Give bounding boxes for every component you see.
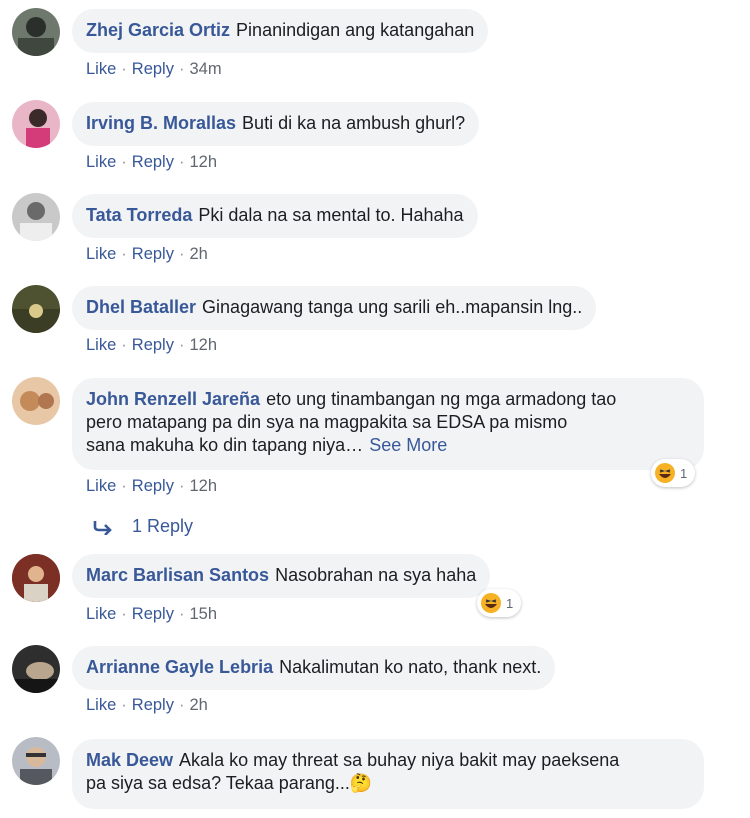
comment-actions: Like · Reply · 12h [86,336,217,355]
avatar[interactable] [12,8,60,56]
separator: · [178,605,185,623]
comment-line: sana makuha ko din tapang niya… See More [86,434,690,457]
comment-time[interactable]: 2h [189,696,207,714]
comment-author[interactable]: Dhel Bataller [86,297,196,317]
reaction-count: 1 [506,595,514,611]
like-link[interactable]: Like [86,245,116,263]
comment-text: eto ung tinambangan ng mga armadong tao [266,389,617,409]
reply-link[interactable]: Reply [132,605,174,623]
comment-bubble: Dhel Bataller Ginagawang tanga ung sarili… [72,286,597,330]
comment-actions: Like · Reply · 12h [86,477,217,496]
separator: · [121,336,127,354]
avatar-image [20,391,54,411]
reply-link[interactable]: Reply [132,245,174,263]
replies-count[interactable]: 1 Reply [132,516,193,537]
comment-text: Nakalimutan ko nato, thank next. [279,657,542,677]
separator: · [178,477,185,495]
comment-text: pa siya sa edsa? Tekaa parang...🤔 [86,773,373,793]
comment-author[interactable]: John Renzell Jareña [86,389,260,409]
separator: · [121,605,127,623]
comment-line: John Renzell Jareña eto ung tinambangan n… [86,388,690,411]
comment-bubble: Zhej Garcia Ortiz Pinanindigan ang katang… [72,9,489,53]
comment-bubble: Arrianne Gayle Lebria Nakalimutan ko nato… [72,646,556,690]
avatar-image [26,109,50,148]
reaction-badge[interactable]: 1 [651,459,696,487]
comment-text: Akala ko may threat sa buhay niya bakit … [179,750,620,770]
comment-time[interactable]: 12h [189,477,217,495]
see-more-link[interactable]: See More [369,435,447,455]
comment-text: Nasobrahan na sya haha [275,565,477,585]
comment-bubble: John Renzell Jareña eto ung tinambangan n… [72,378,704,470]
comment-actions: Like · Reply · 12h [86,153,217,172]
comment-author[interactable]: Marc Barlisan Santos [86,565,269,585]
avatar[interactable] [12,645,60,693]
avatar-image [20,747,52,785]
reply-link[interactable]: Reply [132,477,174,495]
comment-author[interactable]: Mak Deew [86,750,173,770]
comment-time[interactable]: 12h [189,153,217,171]
separator: · [178,696,185,714]
avatar[interactable] [12,737,60,785]
comment-text: pero matapang pa din sya na magpakita sa… [86,412,568,432]
comment-text: Pinanindigan ang katangahan [236,20,475,40]
comment-time[interactable]: 15h [189,605,217,623]
avatar[interactable] [12,285,60,333]
separator: · [121,60,127,78]
avatar-image [12,554,60,602]
avatar-image [12,304,60,333]
separator: · [121,477,127,495]
comment-bubble: Mak Deew Akala ko may threat sa buhay niy… [72,739,704,809]
separator: · [178,153,185,171]
comment-author[interactable]: Zhej Garcia Ortiz [86,20,230,40]
separator: · [121,696,127,714]
comment-author[interactable]: Irving B. Morallas [86,113,236,133]
reply-link[interactable]: Reply [132,336,174,354]
like-link[interactable]: Like [86,336,116,354]
comment-bubble: Tata Torreda Pki dala na sa mental to. Ha… [72,194,478,238]
avatar[interactable] [12,554,60,602]
like-link[interactable]: Like [86,60,116,78]
comment-actions: Like · Reply · 2h [86,696,208,715]
like-link[interactable]: Like [86,605,116,623]
comment-author[interactable]: Tata Torreda [86,205,192,225]
comment-text: Ginagawang tanga ung sarili eh..mapansin… [202,297,583,317]
comment-text: Pki dala na sa mental to. Hahaha [198,205,464,225]
like-link[interactable]: Like [86,696,116,714]
separator: · [178,60,185,78]
comment-text: sana makuha ko din tapang niya… [86,435,364,455]
comment-actions: Like · Reply · 15h [86,605,217,624]
comment-author[interactable]: Arrianne Gayle Lebria [86,657,273,677]
comment-time[interactable]: 2h [189,245,207,263]
reply-link[interactable]: Reply [132,153,174,171]
reaction-badge[interactable]: 1 [477,589,522,617]
reply-link[interactable]: Reply [132,60,174,78]
comment-line: Mak Deew Akala ko may threat sa buhay niy… [86,749,690,772]
avatar[interactable] [12,377,60,425]
separator: · [178,336,185,354]
separator: · [121,245,127,263]
comment-bubble: Irving B. Morallas Buti di ka na ambush g… [72,102,480,146]
comment-bubble: Marc Barlisan Santos Nasobrahan na sya ha… [72,554,491,598]
view-replies-link[interactable]: 1 Reply [92,516,193,537]
comment-actions: Like · Reply · 2h [86,245,208,264]
comment-actions: Like · Reply · 34m [86,60,222,79]
avatar[interactable] [12,100,60,148]
avatar[interactable] [12,193,60,241]
avatar-image [20,202,52,241]
haha-icon [655,463,675,483]
reply-link[interactable]: Reply [132,696,174,714]
comment-time[interactable]: 34m [189,60,221,78]
separator: · [121,153,127,171]
comment-time[interactable]: 12h [189,336,217,354]
avatar-image [18,17,54,56]
reply-arrow-icon [93,520,112,535]
reaction-count: 1 [680,465,688,481]
avatar-image [12,662,60,693]
separator: · [178,245,185,263]
like-link[interactable]: Like [86,153,116,171]
haha-icon [481,593,501,613]
like-link[interactable]: Like [86,477,116,495]
comment-text: Buti di ka na ambush ghurl? [242,113,466,133]
